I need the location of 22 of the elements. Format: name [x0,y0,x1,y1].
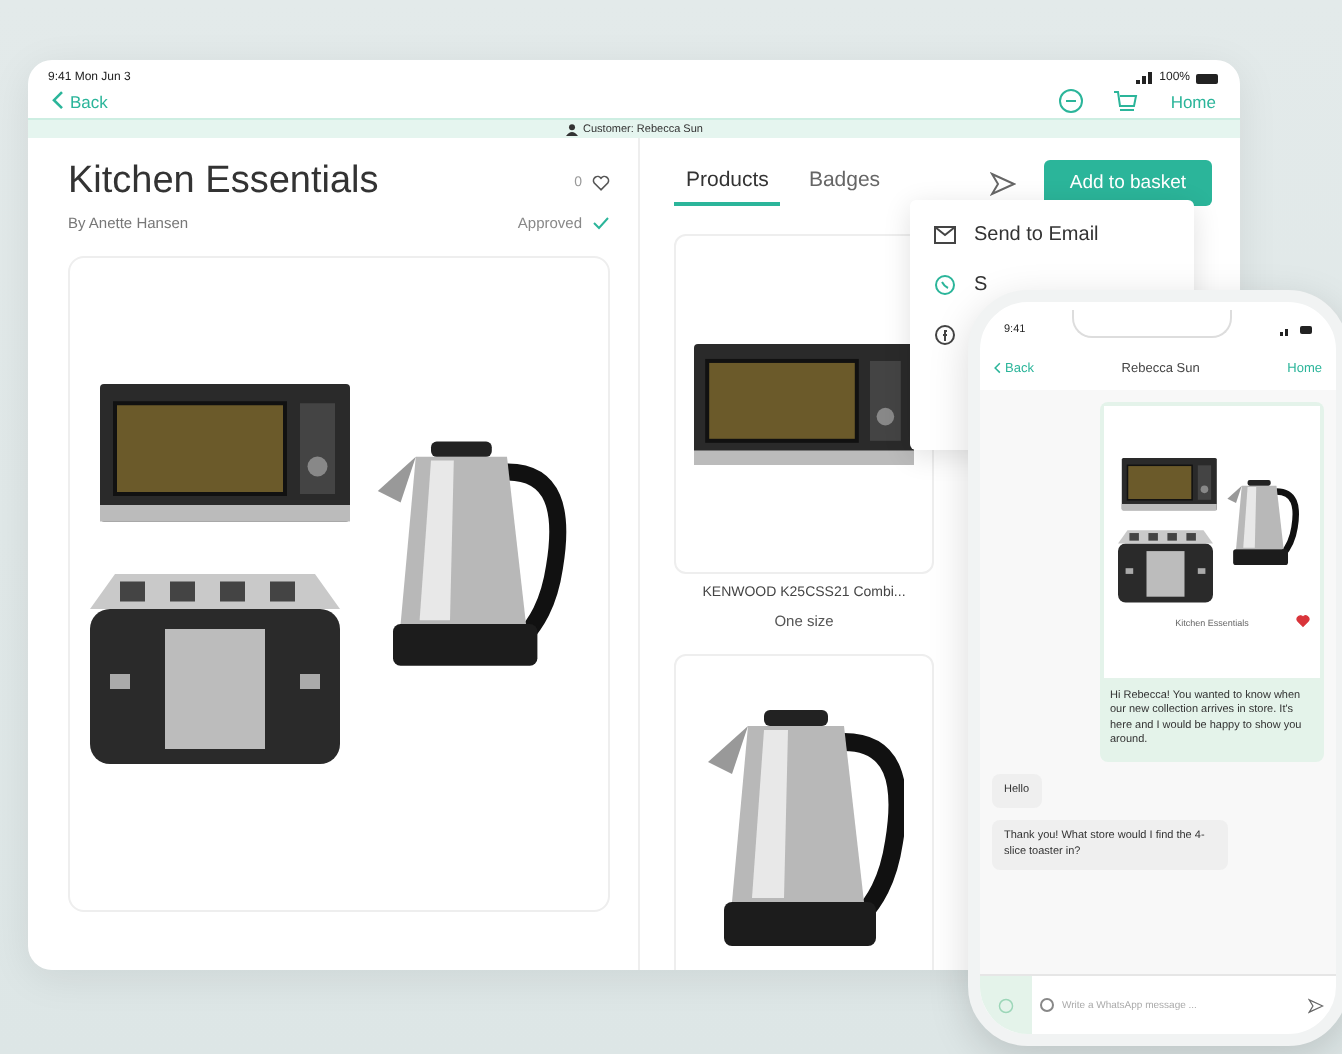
back-chevron-icon [994,362,1001,374]
home-link[interactable]: Home [1166,87,1220,115]
envelope-icon [934,226,956,244]
heart-icon[interactable] [1296,614,1310,628]
share-menu-item[interactable] [934,320,956,350]
share-menu-item[interactable]: Send to Email [934,220,1099,250]
product-card[interactable] [674,654,934,970]
signal-icon [1135,72,1154,84]
collection-title: Kitchen Essentials [68,160,379,204]
tab[interactable]: Badges [796,160,893,206]
share-menu-item[interactable]: S [934,270,988,300]
send-icon[interactable] [1308,997,1324,1013]
facebook-icon [934,324,956,346]
heart-icon[interactable] [592,173,610,191]
battery-icon [1196,73,1220,83]
person-icon [565,123,578,135]
phone-status-icons [1280,325,1312,335]
send-icon[interactable] [989,171,1016,195]
cart-icon[interactable] [1112,88,1139,114]
tab[interactable]: Products [674,160,781,206]
back-chevron-icon [52,90,64,112]
back-button[interactable]: Back [48,86,112,116]
